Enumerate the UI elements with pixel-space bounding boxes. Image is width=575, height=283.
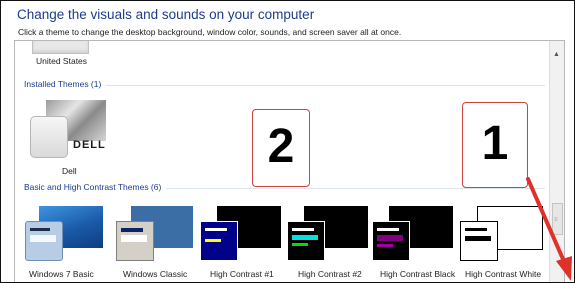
window-highlight [205,239,221,242]
dell-logo: DELL [73,139,106,151]
window-preview [25,221,63,261]
window-highlight [292,235,318,240]
annotation-box-2: 2 [252,109,310,187]
theme-windows-classic[interactable] [111,206,193,266]
window-preview [116,221,154,261]
window-titlebar [465,228,487,231]
window-preview [200,221,238,261]
page-subtitle: Click a theme to change the desktop back… [18,27,402,37]
page-title: Change the visuals and sounds on your co… [17,7,315,22]
theme-label[interactable]: High Contrast #2 [298,269,362,279]
installed-themes-group: Installed Themes (1) [20,79,545,91]
window-highlight [377,235,403,241]
window-highlight-secondary [377,244,393,247]
annotation-number-2: 2 [267,120,295,173]
theme-high-contrast-white[interactable] [460,206,543,266]
window-titlebar [377,228,399,231]
scroll-up-arrow-icon[interactable]: ▲ [553,51,560,58]
annotation-number-1: 1 [481,117,509,170]
window-titlebar [292,228,314,231]
theme-label[interactable]: Windows 7 Basic [29,269,94,279]
window-preview [287,221,325,261]
theme-windows-7-basic[interactable] [25,206,105,266]
window-frame: Change the visuals and sounds on your co… [0,0,575,283]
theme-high-contrast-2[interactable] [287,206,368,266]
window-preview [460,221,498,261]
vertical-scrollbar[interactable]: ▲ ≡ [549,41,564,282]
theme-label[interactable]: Windows Classic [123,269,187,279]
theme-high-contrast-1[interactable] [200,206,281,266]
united-states-theme-thumbnail[interactable] [32,41,89,54]
window-titlebar [205,228,227,231]
dell-window-preview [30,116,68,158]
basic-themes-label: Basic and High Contrast Themes (6) [24,182,167,192]
annotation-box-1: 1 [462,102,528,188]
theme-label[interactable]: High Contrast #1 [210,269,274,279]
window-preview [372,221,410,261]
window-titlebar [30,228,50,231]
window-highlight-secondary [292,243,308,246]
united-states-theme-label[interactable]: United States [36,56,87,66]
theme-high-contrast-black[interactable] [372,206,453,266]
window-titlebar [121,228,143,232]
installed-themes-label: Installed Themes (1) [24,79,107,89]
theme-label[interactable]: High Contrast Black [380,269,455,279]
window-content [30,235,56,242]
dell-theme-label[interactable]: Dell [62,166,77,176]
window-content [121,235,147,242]
window-highlight [465,236,491,241]
scrollbar-grip-icon: ≡ [554,217,558,223]
theme-label[interactable]: High Contrast White [465,269,541,279]
